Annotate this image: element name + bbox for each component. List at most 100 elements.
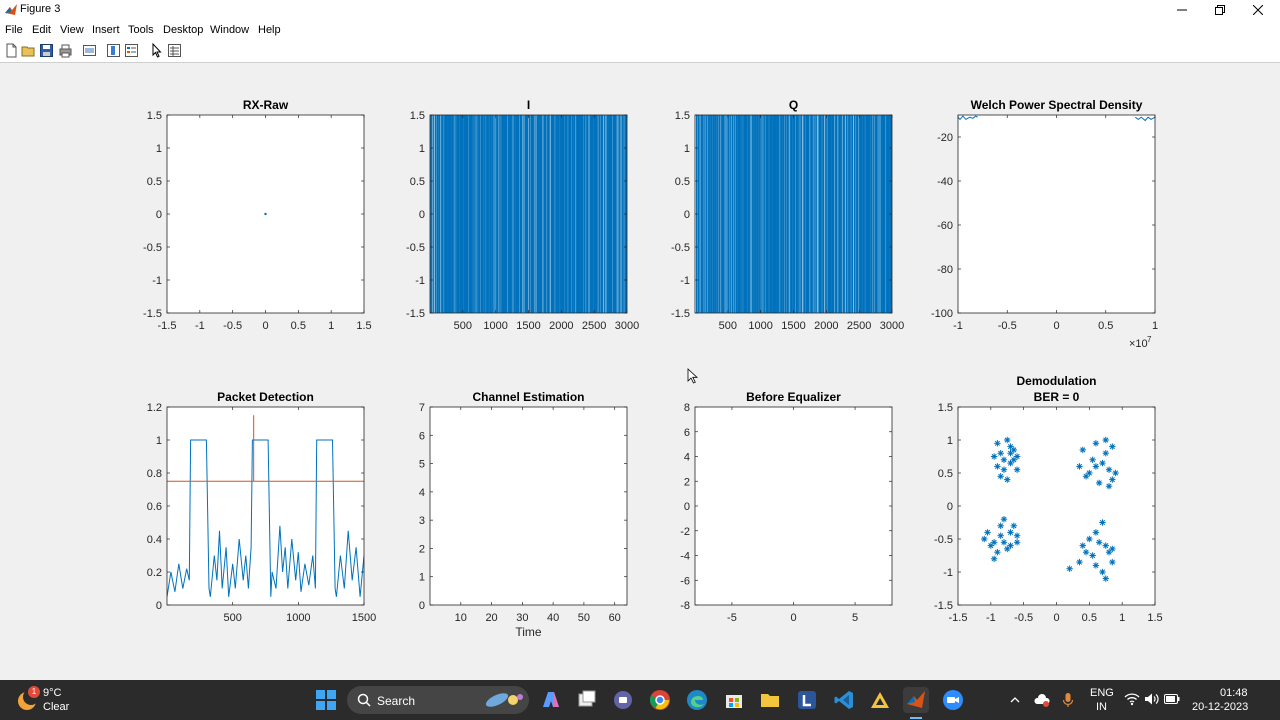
x-tick-label: 0.5: [291, 320, 306, 332]
y-tick-label: 3: [419, 515, 425, 527]
open-file-icon[interactable]: [21, 43, 36, 58]
chart-title: Welch Power Spectral Density: [971, 98, 1143, 112]
region-indicator: IN: [1096, 701, 1107, 713]
y-tick-label: -0.5: [406, 242, 425, 254]
chart-title: Q: [789, 98, 798, 112]
star-marker: [994, 463, 1001, 470]
l-app[interactable]: [794, 687, 820, 713]
clock-time[interactable]: 01:48: [1220, 687, 1248, 699]
chevron-up-icon[interactable]: [1010, 695, 1020, 705]
y-tick-label: -60: [937, 220, 953, 232]
data-point: [264, 212, 267, 216]
microphone-icon[interactable]: [1062, 692, 1074, 708]
new-figure-icon[interactable]: [4, 43, 19, 58]
battery-icon[interactable]: [1164, 693, 1180, 705]
zoom-app[interactable]: [940, 687, 966, 713]
save-icon[interactable]: [39, 43, 54, 58]
link-plot-icon[interactable]: [82, 43, 97, 58]
star-marker: [1102, 575, 1109, 582]
wifi-icon[interactable]: [1124, 692, 1140, 706]
x-tick-label: 0.5: [1098, 320, 1113, 332]
menu-tools[interactable]: Tools: [128, 24, 154, 36]
star-marker: [1004, 476, 1011, 483]
menu-insert[interactable]: Insert: [92, 24, 120, 36]
l-app-icon: [798, 691, 816, 709]
y-tick-label: 8: [684, 402, 690, 414]
matlab-app[interactable]: [903, 687, 929, 713]
menu-edit[interactable]: Edit: [32, 24, 51, 36]
x-tick-label: 40: [547, 612, 559, 624]
x-tick-label: -1: [195, 320, 205, 332]
maximize-button[interactable]: [1200, 0, 1240, 20]
volume-icon[interactable]: [1144, 692, 1160, 706]
close-button[interactable]: [1238, 0, 1278, 20]
y-tick-label: 1.5: [938, 402, 953, 414]
insert-legend-icon[interactable]: [124, 43, 139, 58]
clock-date[interactable]: 20-12-2023: [1192, 701, 1248, 713]
print-icon[interactable]: [58, 43, 73, 58]
x-tick-label: 2500: [847, 320, 871, 332]
store-icon: [726, 695, 742, 708]
x-tick-label: 1: [1152, 320, 1158, 332]
y-tick-label: 0.5: [938, 468, 953, 480]
chart-title: I: [527, 98, 530, 112]
copilot-app[interactable]: [538, 687, 564, 713]
y-tick-label: 0: [156, 600, 162, 612]
chrome-app[interactable]: [647, 687, 673, 713]
app-yellow[interactable]: [867, 687, 893, 713]
x-tick-label: 0: [1053, 320, 1059, 332]
star-marker: [997, 473, 1004, 480]
file-explorer-app[interactable]: [757, 687, 783, 713]
chart-title: Demodulation: [1017, 374, 1097, 388]
menu-desktop[interactable]: Desktop: [163, 24, 203, 36]
y-tick-label: 0.2: [147, 567, 162, 579]
star-marker: [1013, 466, 1021, 473]
y-tick-label: 2: [419, 543, 425, 555]
edge-app[interactable]: [684, 687, 710, 713]
figure-canvas[interactable]: -1.5 -1 -0.5 0 0.5 1 1.5 -1.5 -1 -0.5 0 0.5 1 1.5 RX-R…: [0, 63, 1280, 678]
start-button[interactable]: [313, 687, 339, 713]
x-tick-label: 1: [1119, 612, 1125, 624]
window-title: Figure 3: [20, 3, 61, 15]
y-tick-label: 1.5: [410, 110, 425, 122]
x-tick-label: 2000: [549, 320, 573, 332]
pointer-icon[interactable]: [149, 43, 164, 58]
data-group: [264, 212, 267, 216]
property-editor-icon[interactable]: [167, 43, 182, 58]
x-exponent-label: ×10: [1129, 338, 1148, 350]
star-marker: [984, 529, 991, 536]
star-marker: [1105, 483, 1113, 490]
y-tick-label: -100: [931, 308, 953, 320]
minimize-button[interactable]: [1162, 0, 1202, 20]
y-tick-label: -0.5: [671, 242, 690, 254]
menu-view[interactable]: View: [60, 24, 84, 36]
menu-window[interactable]: Window: [210, 24, 249, 36]
teams-app[interactable]: [610, 687, 636, 713]
vscode-app[interactable]: [831, 687, 857, 713]
task-view-app[interactable]: [574, 687, 600, 713]
y-tick-label: -0.5: [143, 242, 162, 254]
x-tick-label: 3000: [615, 320, 639, 332]
cloud-status-icon[interactable]: [1034, 692, 1050, 708]
x-tick-label: 1000: [748, 320, 772, 332]
chart-title: Before Equalizer: [746, 390, 841, 404]
x-tick-label: 0: [262, 320, 268, 332]
menu-help[interactable]: Help: [258, 24, 281, 36]
language-indicator[interactable]: ENG: [1090, 687, 1114, 699]
y-tick-label: 1: [947, 435, 953, 447]
chart-subtitle: BER = 0: [1034, 390, 1080, 404]
taskbar-search[interactable]: Search: [347, 686, 529, 714]
search-label: Search: [377, 694, 416, 708]
y-tick-label: 6: [419, 430, 425, 442]
star-marker: [1099, 568, 1106, 576]
store-app[interactable]: [721, 687, 747, 713]
y-tick-label: 1: [419, 572, 425, 584]
weather-widget[interactable]: 1: [14, 686, 40, 713]
y-tick-label: -80: [937, 264, 953, 276]
insert-colorbar-icon[interactable]: [106, 43, 121, 58]
star-marker: [1013, 453, 1021, 460]
y-tick-label: 1.5: [147, 110, 162, 122]
y-tick-label: -40: [937, 176, 953, 188]
y-tick-label: 1.5: [675, 110, 690, 122]
menu-file[interactable]: File: [5, 24, 23, 36]
